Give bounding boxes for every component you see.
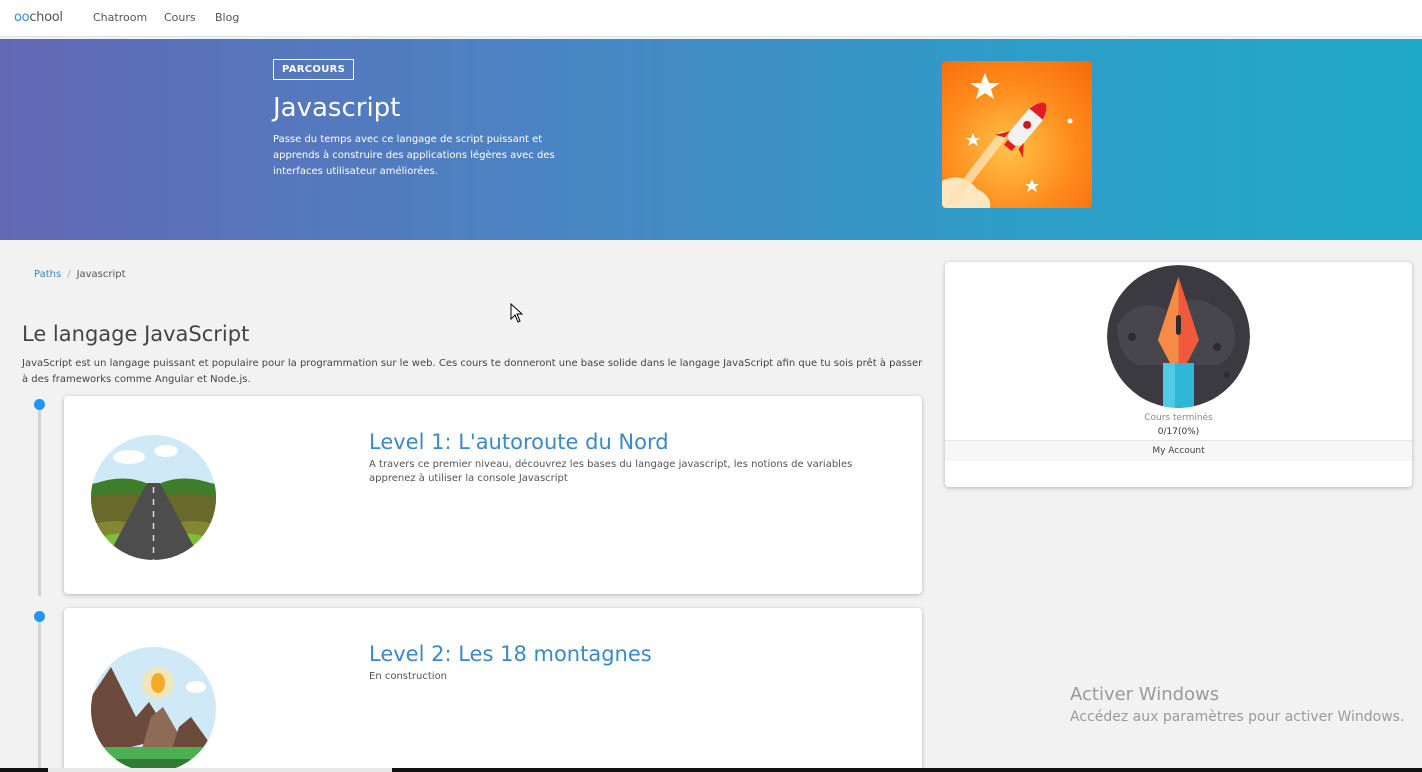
breadcrumb-separator: / xyxy=(67,269,71,280)
section-title: Le langage JavaScript xyxy=(22,322,250,346)
level-card-1[interactable]: Level 1: L'autoroute du Nord A travers c… xyxy=(64,396,922,594)
section-description: JavaScript est un langage puissant et po… xyxy=(22,358,923,385)
stats-label: Cours terminés xyxy=(1144,413,1213,423)
pen-nib-icon xyxy=(1107,265,1250,408)
level-title[interactable]: Level 2: Les 18 montagnes xyxy=(369,642,652,666)
nav-link-cours[interactable]: Cours xyxy=(164,11,196,24)
breadcrumb-current: Javascript xyxy=(76,269,126,280)
stats-value: 0/17(0%) xyxy=(1157,427,1200,437)
site-logo[interactable]: oochool xyxy=(14,10,63,25)
timeline-dot xyxy=(34,399,45,410)
level-card-2[interactable]: Level 2: Les 18 montagnes En constructio… xyxy=(64,608,922,772)
mountains-illustration xyxy=(91,647,216,772)
path-badge: PARCOURS xyxy=(273,59,355,80)
hero-banner: PARCOURS Javascript Passe du temps avec … xyxy=(0,39,1422,240)
road-illustration xyxy=(91,435,216,560)
rocket-icon xyxy=(942,61,1092,208)
level-description: A travers ce premier niveau, découvrez l… xyxy=(369,459,853,484)
mouse-cursor-icon xyxy=(510,303,524,323)
top-navbar: oochool Chatroom Cours Blog xyxy=(0,0,1422,37)
breadcrumb: Paths / Javascript xyxy=(34,269,126,280)
page-title: Javascript xyxy=(273,93,401,123)
windows-watermark-subtitle: Accédez aux paramètres pour activer Wind… xyxy=(1070,709,1405,725)
my-account-button[interactable]: My Account xyxy=(945,440,1412,461)
timeline-line xyxy=(38,410,41,596)
nav-link-blog[interactable]: Blog xyxy=(215,11,239,24)
windows-watermark-title: Activer Windows xyxy=(1070,684,1220,705)
taskbar-active-segment xyxy=(48,768,392,772)
level-title[interactable]: Level 1: L'autoroute du Nord xyxy=(369,430,669,454)
timeline-line xyxy=(38,622,41,772)
hero-description: Passe du temps avec ce langage de script… xyxy=(273,134,555,177)
timeline-dot xyxy=(34,611,45,622)
account-card: Cours terminés 0/17(0%) My Account xyxy=(945,262,1412,487)
level-description: En construction xyxy=(369,671,448,682)
nav-link-chatroom[interactable]: Chatroom xyxy=(93,11,147,24)
breadcrumb-link-paths[interactable]: Paths xyxy=(34,269,61,280)
